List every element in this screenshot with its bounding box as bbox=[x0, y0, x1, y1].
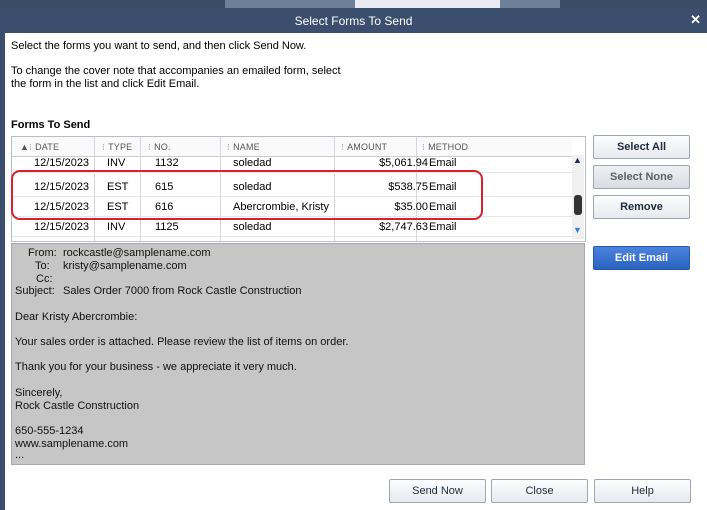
send-now-button[interactable]: Send Now bbox=[389, 479, 486, 503]
sort-asc-icon[interactable]: ▲ bbox=[20, 142, 29, 152]
column-name[interactable]: ⁝ NAME bbox=[227, 142, 260, 153]
scrollbar-thumb[interactable] bbox=[574, 195, 582, 215]
email-greeting: Dear Kristy Abercrombie: bbox=[15, 311, 138, 323]
cell-type: INV bbox=[107, 221, 126, 233]
scroll-up-icon[interactable]: ▲ bbox=[573, 155, 582, 165]
cell-method: Email bbox=[429, 157, 457, 169]
background-window-strip bbox=[0, 0, 707, 8]
email-preview: From: rockcastle@samplename.com To: kris… bbox=[11, 243, 585, 465]
cell-no: 615 bbox=[155, 181, 174, 193]
scroll-down-icon[interactable]: ▼ bbox=[573, 225, 582, 235]
table-row[interactable]: 12/15/2023 EST 615 soledad $538.75 Email bbox=[12, 177, 572, 197]
edit-email-button[interactable]: Edit Email bbox=[593, 246, 690, 270]
forms-to-send-label: Forms To Send bbox=[11, 119, 91, 131]
column-no[interactable]: ⁝ NO. bbox=[148, 142, 171, 153]
from-label: From: bbox=[28, 247, 57, 259]
to-label: To: bbox=[35, 260, 50, 272]
cell-amount: $35.00 bbox=[394, 201, 428, 213]
cell-method: Email bbox=[429, 201, 457, 213]
cell-method: Email bbox=[429, 221, 457, 233]
cell-amount: $538.75 bbox=[388, 181, 428, 193]
cell-date: 12/15/2023 bbox=[34, 221, 90, 233]
cell-no: 616 bbox=[155, 201, 174, 213]
cell-name: Abercrombie, Kristy bbox=[233, 201, 329, 213]
cell-type: INV bbox=[107, 157, 126, 169]
cell-name: soledad bbox=[233, 157, 272, 169]
close-button[interactable]: Close bbox=[491, 479, 588, 503]
subject-value: Sales Order 7000 from Rock Castle Constr… bbox=[63, 285, 302, 297]
select-all-button[interactable]: Select All bbox=[593, 135, 690, 159]
to-value: kristy@samplename.com bbox=[63, 260, 187, 272]
table-scrollbar[interactable]: ▲ ▼ bbox=[572, 155, 584, 239]
cell-no: 1132 bbox=[155, 157, 179, 169]
column-amount[interactable]: ⁝ AMOUNT bbox=[341, 142, 387, 153]
close-icon[interactable]: ✕ bbox=[690, 12, 701, 28]
cell-date: 12/15/2023 bbox=[34, 201, 90, 213]
table-row[interactable]: 12/15/2023 EST 616 Abercrombie, Kristy $… bbox=[12, 197, 572, 217]
cell-type: EST bbox=[107, 201, 129, 213]
cell-date: 12/15/2023 bbox=[34, 181, 90, 193]
dialog-title: Select Forms To Send bbox=[294, 14, 413, 28]
column-type[interactable]: ⁝ TYPE bbox=[102, 142, 132, 153]
column-method[interactable]: ⁝ METHOD bbox=[422, 142, 468, 153]
dialog-frame-left bbox=[0, 33, 5, 510]
cell-name: soledad bbox=[233, 221, 272, 233]
table-header: ▲ ⁝ DATE ⁝ TYPE ⁝ NO. ⁝ NAME ⁝ AMOUNT ⁝ METHOD bbox=[12, 137, 572, 157]
column-date[interactable]: ⁝ DATE bbox=[29, 142, 59, 153]
table-row[interactable]: 12/15/2023 INV 1132 soledad $5,061.94 Em… bbox=[12, 157, 572, 173]
cell-method: Email bbox=[429, 181, 457, 193]
cell-amount: $2,747.63 bbox=[379, 221, 428, 233]
help-button[interactable]: Help bbox=[594, 479, 691, 503]
from-value: rockcastle@samplename.com bbox=[63, 247, 211, 259]
dialog-titlebar: Select Forms To Send ✕ bbox=[0, 8, 707, 33]
email-company: Rock Castle Construction bbox=[15, 400, 140, 412]
forms-table: ▲ ⁝ DATE ⁝ TYPE ⁝ NO. ⁝ NAME ⁝ AMOUNT ⁝ METHOD… bbox=[11, 136, 586, 242]
email-body-1: Your sales order is attached. Please rev… bbox=[15, 336, 349, 348]
cc-label: Cc: bbox=[36, 273, 53, 285]
cell-name: soledad bbox=[233, 181, 272, 193]
cell-date: 12/15/2023 bbox=[34, 157, 90, 169]
subject-label: Subject: bbox=[15, 285, 55, 297]
instructions: Select the forms you want to send, and t… bbox=[11, 40, 341, 91]
cell-type: EST bbox=[107, 181, 129, 193]
instruction-line-1: Select the forms you want to send, and t… bbox=[11, 40, 307, 52]
email-body-2: Thank you for your business - we appreci… bbox=[15, 361, 297, 373]
email-closing: Sincerely, bbox=[15, 387, 63, 399]
email-phone: 650-555-1234 bbox=[15, 425, 84, 437]
instruction-line-2: To change the cover note that accompanie… bbox=[11, 65, 341, 90]
table-body: 12/15/2023 INV 1132 soledad $5,061.94 Em… bbox=[12, 157, 572, 241]
email-website: www.samplename.com bbox=[15, 438, 129, 450]
email-ellipsis: ... bbox=[15, 449, 25, 461]
table-row[interactable]: 12/15/2023 INV 1125 soledad $2,747.63 Em… bbox=[12, 217, 572, 237]
cell-amount: $5,061.94 bbox=[379, 157, 428, 169]
select-none-button[interactable]: Select None bbox=[593, 165, 690, 189]
cell-no: 1125 bbox=[155, 221, 179, 233]
remove-button[interactable]: Remove bbox=[593, 195, 690, 219]
